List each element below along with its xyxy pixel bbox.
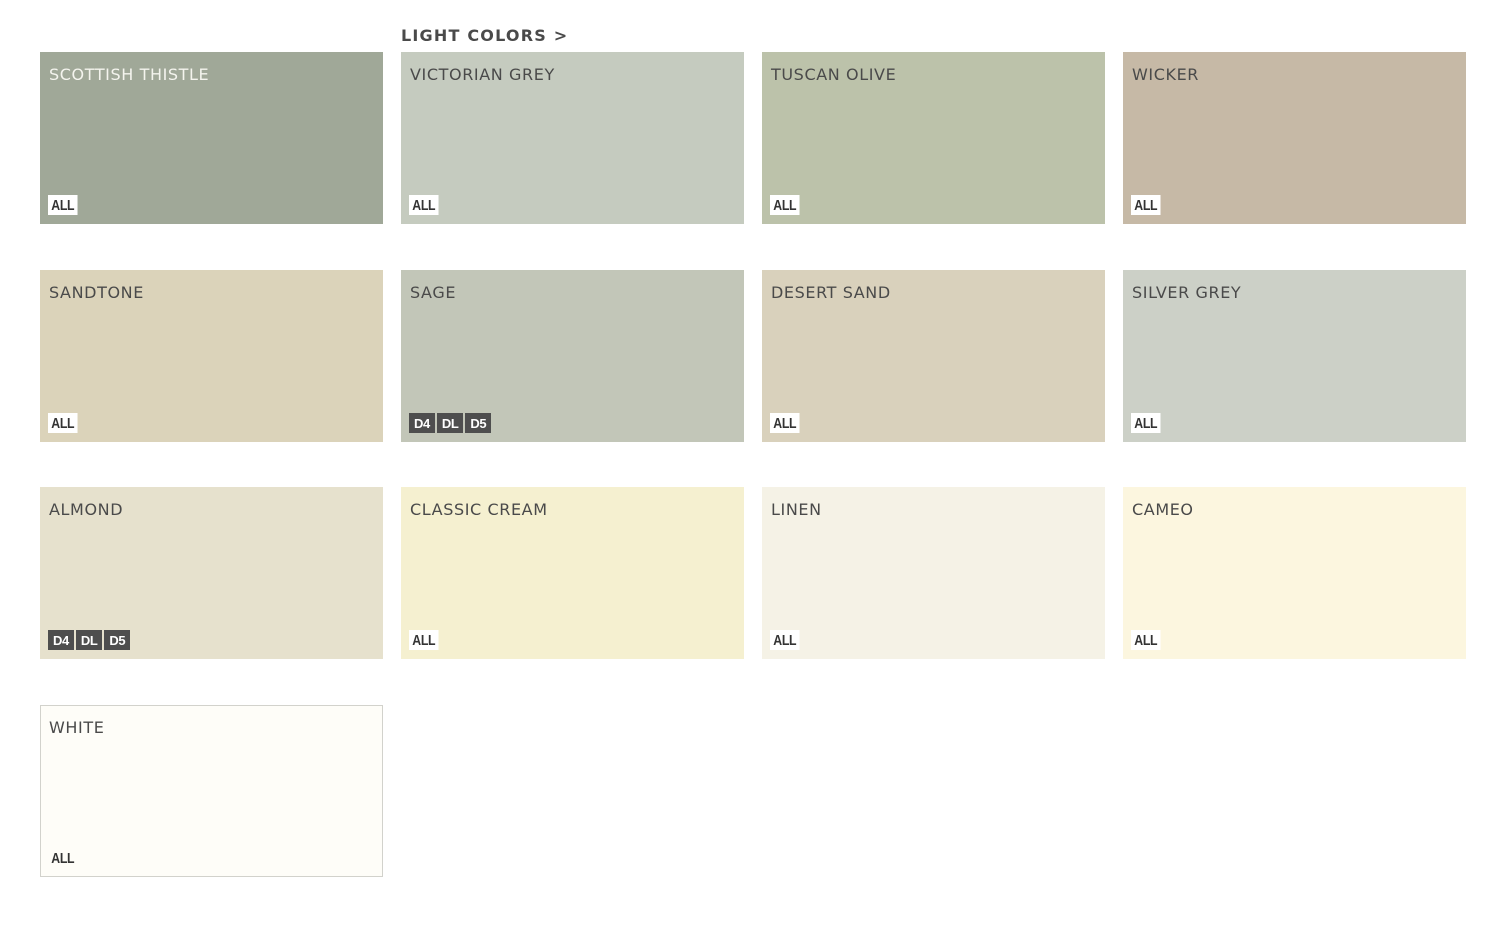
availability-badge: ALL [770,630,800,650]
availability-badge: D5 [465,412,492,433]
availability-badge: ALL [1131,412,1161,433]
availability-badges: ALL [1131,412,1167,433]
swatch-silver-grey[interactable]: SILVER GREY ALL [1123,269,1466,442]
swatch-name: WICKER [1132,65,1200,84]
swatch-name: CAMEO [1132,500,1194,519]
swatch-cameo[interactable]: CAMEO ALL [1123,487,1466,659]
availability-badge: ALL [770,412,800,433]
swatch-name: WHITE [49,717,105,737]
availability-badges: D4 DL D5 [409,412,492,433]
swatch-name: LINEN [771,500,822,519]
swatch-name: DESERT SAND [771,282,891,302]
light-colors-link[interactable]: LIGHT COLORS > [401,26,568,45]
swatch-almond[interactable]: ALMOND D4 DL D5 [40,487,383,659]
availability-badges: ALL [770,630,806,650]
availability-badge: ALL [51,849,75,867]
swatch-tuscan-olive[interactable]: TUSCAN OLIVE ALL [762,52,1105,224]
availability-badge: ALL [48,412,78,433]
swatch-wicker[interactable]: WICKER ALL [1123,52,1466,224]
availability-badge: ALL [770,195,800,215]
swatch-name: ALMOND [49,500,124,519]
swatch-sage[interactable]: SAGE D4 DL D5 [401,269,744,442]
availability-badge: DL [436,412,464,433]
availability-badge: ALL [1131,195,1161,215]
availability-badges: ALL [48,195,84,215]
swatch-name: SANDTONE [49,282,144,302]
swatch-victorian-grey[interactable]: VICTORIAN GREY ALL [401,52,744,224]
availability-badge: ALL [409,195,439,215]
availability-badges: ALL [1131,630,1167,650]
availability-badge: D5 [104,630,131,650]
availability-badges: ALL [409,630,445,650]
swatch-white[interactable]: WHITE ALL [40,704,383,877]
swatch-name: SILVER GREY [1132,282,1242,302]
swatch-classic-cream[interactable]: CLASSIC CREAM ALL [401,487,744,659]
swatch-name: SCOTTISH THISTLE [49,65,210,84]
swatch-name: VICTORIAN GREY [410,65,555,84]
availability-badges: ALL [48,412,84,433]
swatch-name: CLASSIC CREAM [410,500,548,519]
availability-badge: ALL [48,195,78,215]
availability-badges: ALL [48,848,84,868]
swatch-name: SAGE [410,282,457,302]
swatch-linen[interactable]: LINEN ALL [762,487,1105,659]
swatch-desert-sand[interactable]: DESERT SAND ALL [762,269,1105,442]
color-swatch-grid: SCOTTISH THISTLE ALL VICTORIAN GREY ALL … [40,52,1466,877]
availability-badges: ALL [409,195,445,215]
swatch-name: TUSCAN OLIVE [771,65,897,84]
availability-badge: DL [75,630,103,650]
availability-badge: ALL [409,630,439,650]
availability-badges: ALL [770,412,806,433]
availability-badges: ALL [1131,195,1167,215]
availability-badges: D4 DL D5 [48,630,131,650]
availability-badge: ALL [1131,630,1161,650]
availability-badges: ALL [770,195,806,215]
swatch-sandtone[interactable]: SANDTONE ALL [40,269,383,442]
swatch-scottish-thistle[interactable]: SCOTTISH THISTLE ALL [40,52,383,224]
availability-badge: D4 [409,412,435,433]
availability-badge: D4 [48,630,74,650]
